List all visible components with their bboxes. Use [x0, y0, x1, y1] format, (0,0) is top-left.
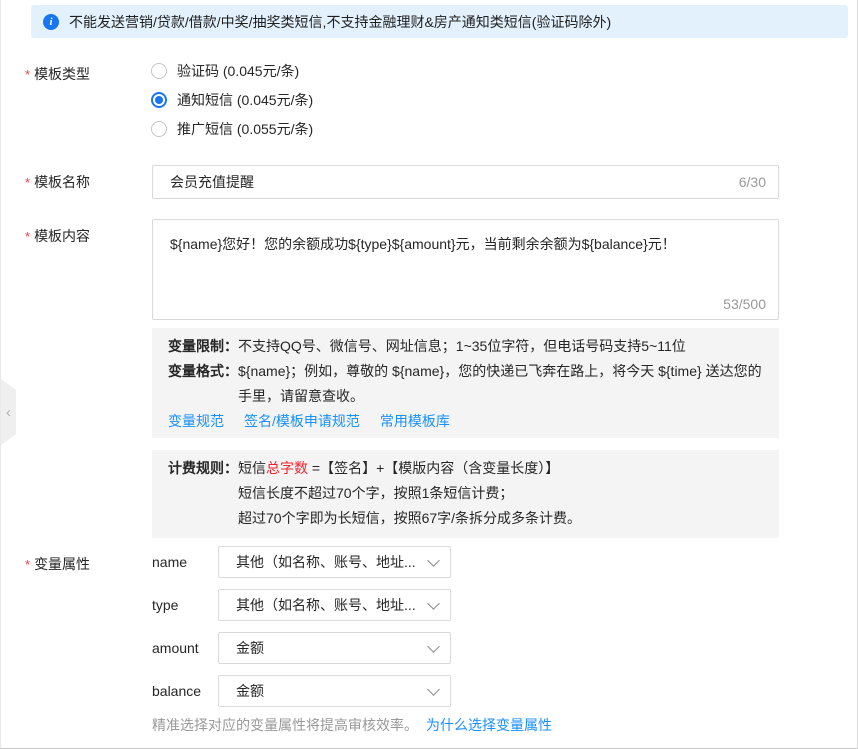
- collapse-panel-handle[interactable]: ‹: [1, 379, 16, 445]
- template-content-field: ${name}您好！您的余额成功${type}${amount}元，当前剩余余额…: [152, 219, 779, 320]
- template-content-label: *模板内容: [25, 226, 90, 246]
- info-banner-text: 不能发送营销/贷款/借款/中奖/抽奖类短信,不支持金融理财&房产通知类短信(验证…: [69, 12, 611, 32]
- var-attr-row-balance: balance 金额: [152, 675, 451, 707]
- radio-promotion-sms[interactable]: 推广短信 (0.055元/条): [151, 119, 313, 139]
- variable-spec-link[interactable]: 变量规范: [168, 409, 224, 434]
- radio-notification-sms[interactable]: 通知短信 (0.045元/条): [151, 90, 313, 110]
- info-icon: i: [43, 14, 59, 30]
- variable-limit-text: 不支持QQ号、微信号、网址信息；1~35位字符，但电话号码支持5~11位: [238, 334, 763, 359]
- var-attr-row-amount: amount 金额: [152, 632, 451, 664]
- radio-icon: [151, 121, 167, 137]
- total-chars-highlight: 总字数: [266, 460, 308, 476]
- var-type-label: type: [152, 597, 218, 613]
- variable-format-row: 变量格式： ${name}；例如，尊敬的 ${name}，您的快递已飞奔在路上，…: [168, 359, 763, 409]
- required-asterisk: *: [25, 557, 30, 572]
- template-name-input[interactable]: [170, 174, 739, 190]
- variable-format-text: ${name}；例如，尊敬的 ${name}，您的快递已飞奔在路上，将今天 ${…: [238, 359, 763, 409]
- template-type-label: *模板类型: [25, 64, 90, 84]
- template-type-radio-group: 验证码 (0.045元/条) 通知短信 (0.045元/条) 推广短信 (0.0…: [151, 61, 313, 148]
- chevron-down-icon: [427, 640, 440, 653]
- info-banner: i 不能发送营销/贷款/借款/中奖/抽奖类短信,不支持金融理财&房产通知类短信(…: [31, 5, 848, 38]
- required-asterisk: *: [25, 67, 30, 82]
- billing-rule-formula: 短信总字数 =【签名】+【模版内容（含变量长度）】: [238, 456, 763, 481]
- chevron-left-icon: ‹: [6, 404, 11, 421]
- var-attr-row-name: name 其他（如名称、账号、地址...: [152, 546, 451, 578]
- why-choose-variable-attr-link[interactable]: 为什么选择变量属性: [426, 717, 552, 733]
- var-attr-row-type: type 其他（如名称、账号、地址...: [152, 589, 451, 621]
- radio-label: 通知短信 (0.045元/条): [177, 90, 313, 110]
- sms-template-form-page: i 不能发送营销/贷款/借款/中奖/抽奖类短信,不支持金融理财&房产通知类短信(…: [0, 0, 858, 749]
- variable-attrs-label: *变量属性: [25, 554, 90, 574]
- var-balance-label: balance: [152, 683, 218, 699]
- required-asterisk: *: [25, 175, 30, 190]
- variable-attr-hint: 精准选择对应的变量属性将提高审核效率。为什么选择变量属性: [152, 715, 552, 735]
- billing-rules-tipbox: 计费规则： 短信总字数 =【签名】+【模版内容（含变量长度）】 短信长度不超过7…: [152, 450, 779, 538]
- radio-verification-code[interactable]: 验证码 (0.045元/条): [151, 61, 313, 81]
- radio-icon: [151, 63, 167, 79]
- content-char-counter: 53/500: [723, 296, 766, 312]
- var-name-label: name: [152, 554, 218, 570]
- radio-checked-icon: [151, 92, 167, 108]
- template-name-field: 6/30: [152, 165, 779, 199]
- var-amount-select[interactable]: 金额: [218, 632, 451, 664]
- billing-rule-line2: 短信长度不超过70个字，按照1条短信计费；: [238, 481, 763, 506]
- chevron-down-icon: [427, 683, 440, 696]
- chevron-down-icon: [427, 554, 440, 567]
- template-name-label: *模板名称: [25, 172, 90, 192]
- variable-limit-row: 变量限制： 不支持QQ号、微信号、网址信息；1~35位字符，但电话号码支持5~1…: [168, 334, 763, 359]
- name-char-counter: 6/30: [739, 174, 766, 190]
- billing-rules-label: 计费规则：: [168, 456, 238, 481]
- signature-template-spec-link[interactable]: 签名/模板申请规范: [244, 409, 360, 434]
- billing-rule-row-1: 计费规则： 短信总字数 =【签名】+【模版内容（含变量长度）】: [168, 456, 763, 481]
- variable-rules-tipbox: 变量限制： 不支持QQ号、微信号、网址信息；1~35位字符，但电话号码支持5~1…: [152, 328, 779, 438]
- var-amount-label: amount: [152, 640, 218, 656]
- billing-rule-row-3: 超过70个字即为长短信，按照67字/条拆分成多条计费。: [168, 506, 763, 531]
- chevron-down-icon: [427, 597, 440, 610]
- template-content-textarea[interactable]: ${name}您好！您的余额成功${type}${amount}元，当前剩余余额…: [153, 220, 778, 319]
- radio-label: 推广短信 (0.055元/条): [177, 119, 313, 139]
- billing-rule-line3: 超过70个字即为长短信，按照67字/条拆分成多条计费。: [238, 506, 763, 531]
- variable-limit-label: 变量限制：: [168, 334, 238, 359]
- var-balance-select[interactable]: 金额: [218, 675, 451, 707]
- variable-links-row: 变量规范 签名/模板申请规范 常用模板库: [168, 409, 763, 434]
- required-asterisk: *: [25, 229, 30, 244]
- radio-label: 验证码 (0.045元/条): [177, 61, 299, 81]
- billing-rule-row-2: 短信长度不超过70个字，按照1条短信计费；: [168, 481, 763, 506]
- var-name-select[interactable]: 其他（如名称、账号、地址...: [218, 546, 451, 578]
- var-type-select[interactable]: 其他（如名称、账号、地址...: [218, 589, 451, 621]
- common-template-library-link[interactable]: 常用模板库: [380, 409, 450, 434]
- variable-format-label: 变量格式：: [168, 359, 238, 409]
